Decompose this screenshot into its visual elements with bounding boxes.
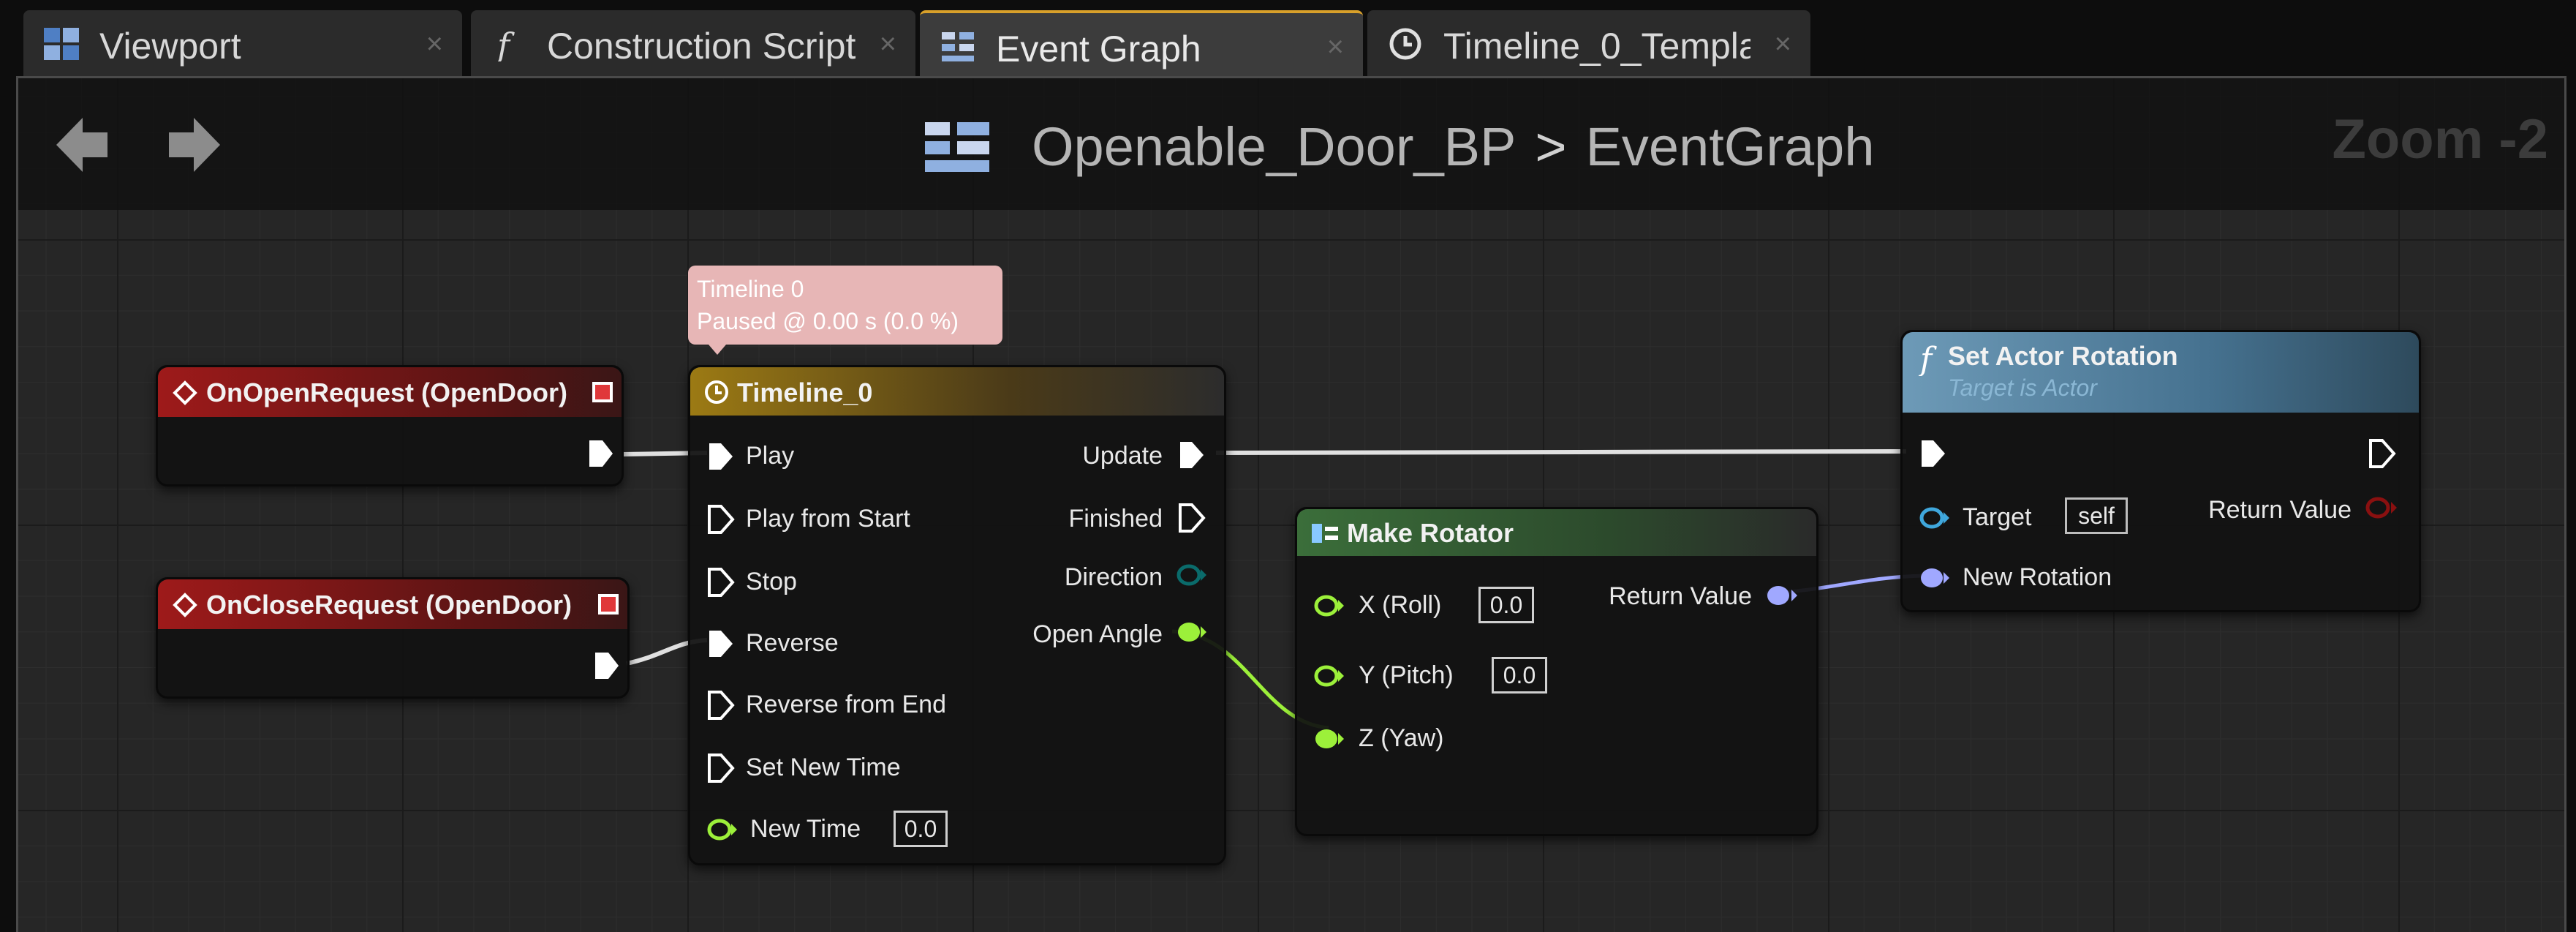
new-time-input[interactable]: 0.0 xyxy=(894,811,948,847)
pin-label-direction: Direction xyxy=(1064,563,1163,591)
viewport-icon xyxy=(44,28,79,60)
node-subtitle: Target is Actor xyxy=(1948,375,2097,401)
pin-label-return-value: Return Value xyxy=(1609,582,1752,610)
exec-out-pin[interactable] xyxy=(2368,439,2397,468)
tab-timeline-template[interactable]: Timeline_0_Templa × xyxy=(1367,10,1810,76)
function-icon: f xyxy=(495,26,515,61)
event-node-on-open[interactable]: OnOpenRequest (OpenDoor) xyxy=(156,365,624,486)
float-in-pin[interactable] xyxy=(1312,663,1347,689)
exec-in-pin[interactable] xyxy=(706,629,736,658)
node-title: Make Rotator xyxy=(1347,518,1514,548)
close-icon[interactable]: × xyxy=(426,28,443,61)
exec-in-pin[interactable] xyxy=(1919,439,1948,468)
timeline-node[interactable]: Timeline_0 Play Play from Start Stop Rev… xyxy=(688,365,1226,865)
svg-text:f: f xyxy=(1919,341,1937,376)
object-in-pin[interactable] xyxy=(1917,505,1952,531)
float-in-pin[interactable] xyxy=(1312,593,1347,619)
exec-out-pin[interactable] xyxy=(586,439,616,468)
pin-label-target: Target xyxy=(1963,503,2032,531)
function-icon: f xyxy=(1919,341,1937,376)
pin-label-set-new-time: Set New Time xyxy=(746,754,901,781)
event-graph-icon xyxy=(942,32,974,61)
enum-out-pin[interactable] xyxy=(1174,562,1209,588)
float-out-pin[interactable] xyxy=(1174,619,1209,645)
event-diamond-icon xyxy=(173,380,197,405)
pin-label-finished: Finished xyxy=(1068,505,1163,533)
exec-out-pin[interactable] xyxy=(592,651,622,680)
exec-in-pin[interactable] xyxy=(706,691,736,720)
pitch-input[interactable]: 0.0 xyxy=(1492,657,1547,694)
delegate-pin-icon[interactable] xyxy=(592,382,613,402)
exec-out-pin[interactable] xyxy=(1177,503,1206,533)
rotator-out-pin[interactable] xyxy=(1764,582,1802,609)
tab-label: Event Graph xyxy=(996,29,1201,69)
tab-bar: Viewport × f Construction Script × Event… xyxy=(0,0,2576,79)
tab-viewport[interactable]: Viewport × xyxy=(23,10,462,76)
float-in-pin[interactable] xyxy=(705,816,740,843)
pin-label-play: Play xyxy=(746,442,795,470)
set-actor-rotation-node[interactable]: f Set Actor Rotation Target is Actor Tar… xyxy=(1900,330,2421,612)
event-node-on-close[interactable]: OnCloseRequest (OpenDoor) xyxy=(156,577,630,699)
pin-label-return-value: Return Value xyxy=(2208,496,2352,524)
target-self-value[interactable]: self xyxy=(2065,497,2128,534)
bubble-line: Paused @ 0.00 s (0.0 %) xyxy=(697,308,959,334)
pin-label-reverse: Reverse xyxy=(746,629,839,657)
timeline-clock-icon xyxy=(705,380,728,404)
tab-event-graph[interactable]: Event Graph × xyxy=(920,10,1363,76)
close-icon[interactable]: × xyxy=(880,28,896,61)
node-title: Timeline_0 xyxy=(737,377,873,407)
pin-label-new-time: New Time xyxy=(750,815,861,843)
event-diamond-icon xyxy=(173,593,197,617)
pin-label-pitch: Y (Pitch) xyxy=(1359,661,1454,689)
node-title: OnOpenRequest (OpenDoor) xyxy=(206,377,567,407)
pin-label-open-angle: Open Angle xyxy=(1032,620,1163,648)
pin-label-reverse-from-end: Reverse from End xyxy=(746,691,946,718)
bubble-line: Timeline 0 xyxy=(697,276,804,302)
delegate-pin-icon[interactable] xyxy=(598,594,619,615)
svg-text:f: f xyxy=(495,26,515,61)
tab-label: Timeline_0_Templa xyxy=(1443,26,1750,67)
tab-construction-script[interactable]: f Construction Script × xyxy=(471,10,915,76)
make-rotator-node[interactable]: Make Rotator X (Roll) 0.0 Y (Pitch) 0.0 … xyxy=(1295,507,1818,836)
timeline-clock-icon xyxy=(1389,28,1421,60)
pin-label-new-rotation: New Rotation xyxy=(1963,563,2112,591)
close-icon[interactable]: × xyxy=(1327,31,1344,64)
event-graph-canvas[interactable]: Openable_Door_BP > EventGraph Zoom -2 Ti… xyxy=(16,76,2566,932)
exec-out-pin[interactable] xyxy=(1177,440,1206,470)
pin-label-stop: Stop xyxy=(746,568,797,595)
exec-in-pin[interactable] xyxy=(706,568,736,597)
rotator-in-pin[interactable] xyxy=(1917,565,1952,591)
tab-label: Construction Script xyxy=(547,26,856,67)
pin-label-roll: X (Roll) xyxy=(1359,591,1442,619)
struct-make-icon xyxy=(1312,524,1338,543)
wire-update-to-exec xyxy=(1215,449,1907,455)
close-icon[interactable]: × xyxy=(1775,28,1791,61)
pin-label-play-from-start: Play from Start xyxy=(746,505,910,533)
exec-in-pin[interactable] xyxy=(706,442,736,471)
node-title: Set Actor Rotation xyxy=(1948,341,2178,371)
exec-in-pin[interactable] xyxy=(706,754,736,783)
float-in-pin[interactable] xyxy=(1312,726,1347,752)
pin-label-yaw: Z (Yaw) xyxy=(1359,724,1444,752)
roll-input[interactable]: 0.0 xyxy=(1478,587,1534,623)
timeline-status-bubble: Timeline 0 Paused @ 0.00 s (0.0 %) xyxy=(688,266,1002,355)
node-title: OnCloseRequest (OpenDoor) xyxy=(206,590,573,620)
bool-out-pin[interactable] xyxy=(2363,495,2401,521)
tab-label: Viewport xyxy=(99,26,241,67)
exec-in-pin[interactable] xyxy=(706,505,736,534)
pin-label-update: Update xyxy=(1082,442,1163,470)
